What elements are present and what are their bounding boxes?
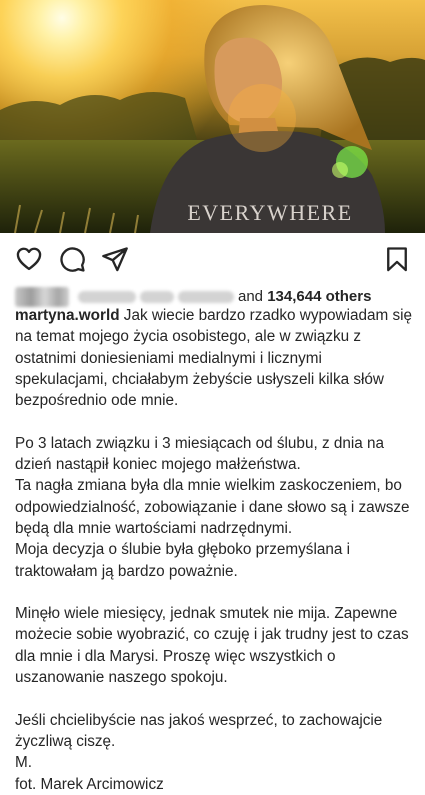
- post-actions-bar: [0, 233, 425, 283]
- heart-icon[interactable]: [15, 245, 43, 273]
- liker-name-blurred: [178, 291, 234, 303]
- liker-avatars-blurred: [15, 287, 69, 307]
- likes-others[interactable]: 134,644 others: [267, 288, 371, 305]
- bookmark-icon[interactable]: [383, 245, 411, 273]
- post-photo[interactable]: EVERYWHERE: [0, 0, 425, 233]
- post-caption: martyna.world Jak wiecie bardzo rzadko w…: [15, 305, 415, 795]
- comment-icon[interactable]: [58, 245, 86, 273]
- likes-count[interactable]: and 134,644 others: [238, 288, 371, 305]
- liker-name-blurred: [78, 291, 136, 303]
- post-photo-illustration: EVERYWHERE: [0, 5, 425, 233]
- send-icon[interactable]: [101, 245, 129, 273]
- liker-name-blurred: [140, 291, 174, 303]
- caption-text: Jak wiecie bardzo rzadko wypowiadam się …: [15, 307, 413, 793]
- sweatshirt-print: EVERYWHERE: [187, 200, 352, 225]
- likes-prefix: and: [238, 288, 268, 305]
- caption-username[interactable]: martyna.world: [15, 307, 120, 324]
